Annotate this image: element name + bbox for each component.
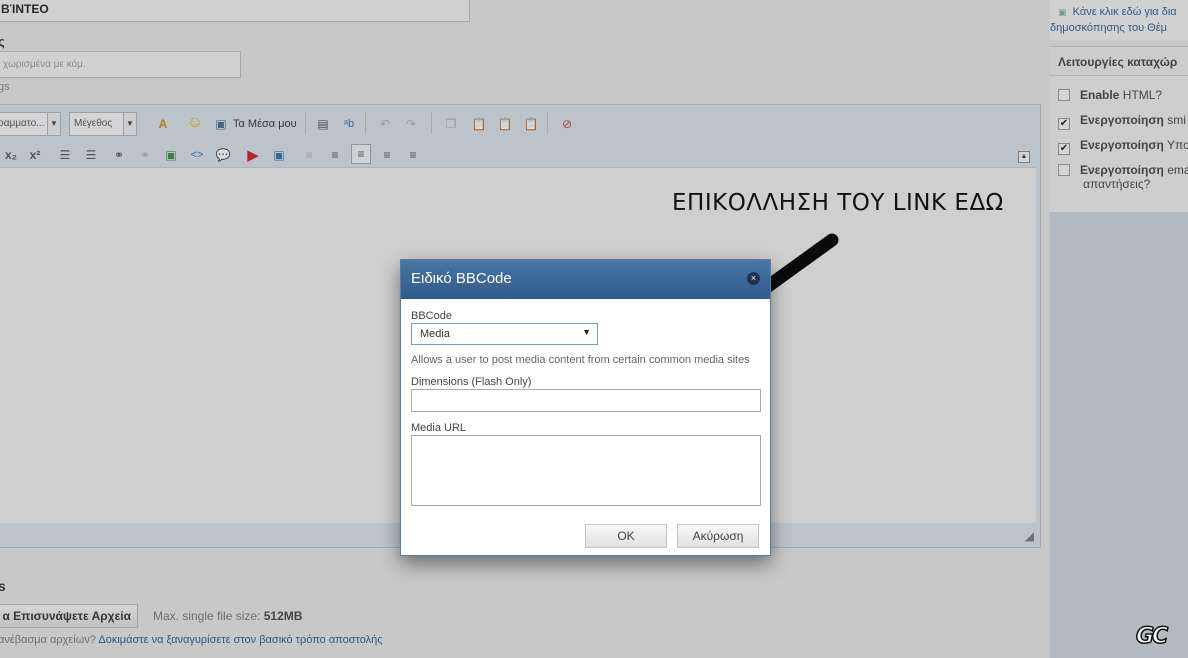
poll-link-line2: δημοσκόπησης του Θέμ	[1050, 22, 1167, 34]
special-bbcode-dialog: Ειδικό BBCode × BBCode Media ▼ Allows a …	[400, 259, 771, 556]
code-icon[interactable]: <>	[187, 145, 207, 165]
media-gallery-icon[interactable]: ▣	[211, 114, 231, 134]
my-media-button[interactable]: Τα Μέσα μου	[233, 118, 297, 130]
poll-icon: ▣	[1058, 7, 1067, 17]
resize-handle-icon[interactable]: ◢	[1025, 529, 1034, 543]
text-color-icon[interactable]: A	[153, 114, 173, 134]
image-icon[interactable]: ▣	[161, 145, 181, 165]
tags-input[interactable]: χωρισμένα με κόμ.	[0, 51, 241, 78]
ok-button[interactable]: OK	[585, 524, 667, 548]
posting-options-title: Λειτουργίες καταχώρ	[1050, 46, 1188, 76]
switch-editor-icon[interactable]: ᵃb	[339, 114, 359, 134]
redo-icon[interactable]: ↷	[401, 114, 421, 134]
chevron-down-icon: ▼	[582, 327, 591, 337]
annotation-text: ΕΠΙΚΟΛΛΗΣΗ ΤΟΥ LINK ΕΔΩ	[672, 190, 1004, 216]
max-file-size: Max. single file size: 512MB	[153, 609, 302, 623]
quote-icon[interactable]: 💬	[213, 145, 233, 165]
media-url-label: Media URL	[411, 422, 467, 434]
copy-icon[interactable]: ❐	[441, 114, 461, 134]
media-url-textarea[interactable]	[411, 435, 761, 506]
media-embed-icon[interactable]: ▣	[269, 145, 289, 165]
remove-format-icon[interactable]: ⊘	[557, 114, 577, 134]
font-select-value: ραμματο...	[0, 118, 45, 129]
dialog-header: Ειδικό BBCode ×	[401, 260, 770, 299]
unlink-icon[interactable]: ⚭	[135, 145, 155, 165]
bbcode-label: BBCode	[411, 310, 452, 322]
bulleted-list-icon[interactable]: ☰	[55, 145, 75, 165]
posting-options: Enable HTML? ✔ Ενεργοποίηση smi ✔ Ενεργοπο…	[1050, 76, 1188, 212]
option-enable-signature[interactable]: ✔ Ενεργοποίηση Υπο	[1058, 138, 1188, 155]
size-select-value: Μέγεθος	[74, 118, 113, 129]
bbcode-select-value: Media	[420, 328, 450, 340]
editor-toolbar-bottom: x₂ x² ☰ ☰ ⚭ ⚭ ▣ <> 💬 ▶ ▣ ≡ ≡ ≡ ≡ ≡	[0, 143, 1040, 167]
max-size-value: 512MB	[263, 609, 303, 623]
paste-icon[interactable]: 📋	[469, 114, 489, 134]
upload-problem-text: ανέβασμα αρχείων? Δοκιμάστε να ξαναγυρίσ…	[0, 634, 383, 646]
option-enable-smilies[interactable]: ✔ Ενεργοποίηση smi	[1058, 113, 1186, 130]
video-icon[interactable]: ▶	[243, 145, 263, 165]
thread-title-input[interactable]: ΒΊΝΤΕΟ	[0, 0, 470, 22]
toolbar-separator	[365, 112, 366, 134]
align-left-icon[interactable]: ≡	[351, 144, 371, 164]
bbcode-description: Allows a user to post media content from…	[411, 354, 750, 366]
toolbar-separator	[305, 112, 306, 134]
max-size-prefix: Max. single file size:	[153, 609, 261, 623]
size-select[interactable]: Μέγεθος ▼	[69, 112, 137, 136]
toolbar-separator	[431, 112, 432, 134]
checkbox-unchecked[interactable]	[1058, 164, 1070, 176]
editor-toolbar-top: ραμματο... ▼ Μέγεθος ▼ A ☺ ▣ Τα Μέσα μου…	[0, 105, 1040, 141]
option-label: ema	[1167, 163, 1188, 177]
gc-logo: GC	[1135, 623, 1169, 650]
option-label-bold: Enable	[1080, 88, 1120, 102]
option-label: smi	[1167, 113, 1186, 127]
superscript-icon[interactable]: x²	[25, 145, 45, 165]
close-icon[interactable]: ×	[747, 272, 760, 285]
chevron-down-icon: ▼	[47, 113, 60, 135]
option-enable-html[interactable]: Enable HTML?	[1058, 88, 1162, 102]
sidebar-background	[1050, 212, 1188, 658]
link-icon[interactable]: ⚭	[109, 145, 129, 165]
basic-uploader-link[interactable]: Δοκιμάστε να ξαναγυρίσετε στον βασικό τρ…	[98, 634, 382, 646]
gift-icon[interactable]: ▤	[313, 114, 333, 134]
upload-problem-question: ανέβασμα αρχείων?	[0, 634, 96, 646]
subscript-icon[interactable]: x₂	[1, 145, 21, 165]
bbcode-select[interactable]: Media ▼	[411, 323, 598, 345]
tags-label: ς	[0, 34, 5, 49]
sidebar: ▣ Κάνε κλικ εδώ για δια δημοσκόπησης του…	[1050, 0, 1188, 658]
option-label-line2: απαντήσεις?	[1083, 177, 1151, 191]
paste-text-icon[interactable]: 📋	[495, 114, 515, 134]
dimensions-label: Dimensions (Flash Only)	[411, 376, 532, 388]
indent-icon[interactable]: ≡	[325, 145, 345, 165]
align-right-icon[interactable]: ≡	[403, 145, 423, 165]
undo-icon[interactable]: ↶	[375, 114, 395, 134]
dimensions-input[interactable]	[411, 389, 761, 412]
option-label-bold: Ενεργοποίηση	[1080, 113, 1164, 127]
poll-link-box: ▣ Κάνε κλικ εδώ για δια δημοσκόπησης του…	[1050, 0, 1188, 40]
paste-word-icon[interactable]: 📋	[521, 114, 541, 134]
smiley-icon[interactable]: ☺	[185, 113, 205, 133]
outdent-icon[interactable]: ≡	[299, 145, 319, 165]
checkbox-unchecked[interactable]	[1058, 89, 1070, 101]
option-label: Υπο	[1166, 138, 1188, 152]
option-label: HTML?	[1122, 88, 1163, 102]
checkbox-checked[interactable]: ✔	[1058, 143, 1070, 155]
option-label-bold: Ενεργοποίηση	[1080, 138, 1164, 152]
upload-files-button[interactable]: α Επισυνάψετε Αρχεία	[0, 604, 138, 628]
checkbox-checked[interactable]: ✔	[1058, 118, 1070, 130]
option-label-bold: Ενεργοποίηση	[1080, 163, 1164, 177]
tags-hint: gs	[0, 81, 10, 93]
dialog-title: Ειδικό BBCode	[411, 270, 512, 287]
font-select[interactable]: ραμματο... ▼	[0, 112, 61, 136]
attachments-label: s	[0, 578, 6, 594]
toolbar-collapse-icon[interactable]: ▲	[1018, 151, 1030, 163]
poll-link-line1: Κάνε κλικ εδώ για δια	[1072, 6, 1177, 18]
cancel-button[interactable]: Ακύρωση	[677, 524, 759, 548]
toolbar-separator	[547, 112, 548, 134]
option-email-notify[interactable]: Ενεργοποίηση ema απαντήσεις?	[1058, 163, 1188, 191]
chevron-down-icon: ▼	[123, 113, 136, 135]
numbered-list-icon[interactable]: ☰	[81, 145, 101, 165]
poll-link[interactable]: ▣ Κάνε κλικ εδώ για δια δημοσκόπησης του…	[1050, 4, 1177, 36]
align-center-icon[interactable]: ≡	[377, 145, 397, 165]
